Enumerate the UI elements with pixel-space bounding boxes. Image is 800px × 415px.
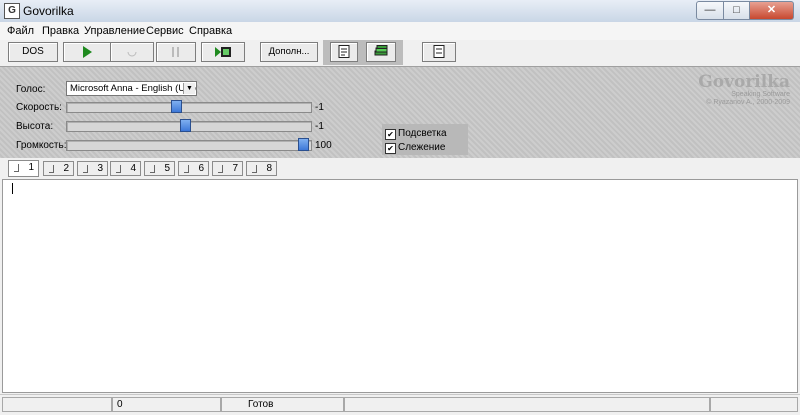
volume-label: Громкость: bbox=[16, 140, 67, 151]
tab-marker-icon bbox=[14, 164, 19, 172]
window-title: Govorilka bbox=[23, 4, 74, 18]
volume-slider[interactable] bbox=[66, 138, 312, 151]
minimize-button[interactable]: — bbox=[696, 1, 724, 20]
tab-7[interactable]: 7 bbox=[212, 161, 243, 176]
speed-slider-thumb[interactable] bbox=[171, 100, 182, 113]
status-bar: 0 Готов bbox=[0, 394, 800, 415]
document-button[interactable] bbox=[330, 42, 358, 62]
close-button[interactable]: ✕ bbox=[750, 1, 794, 20]
tab-marker-icon bbox=[184, 165, 189, 173]
volume-slider-thumb[interactable] bbox=[298, 138, 309, 151]
notes-button[interactable] bbox=[422, 42, 456, 62]
pitch-slider[interactable] bbox=[66, 119, 312, 132]
document-tabs: 1 2 3 4 5 6 7 8 bbox=[0, 158, 800, 179]
menu-service[interactable]: Сервис bbox=[146, 25, 184, 37]
tab-3[interactable]: 3 bbox=[77, 161, 108, 176]
voice-label: Голос: bbox=[16, 84, 46, 95]
status-cell-wide bbox=[344, 397, 710, 412]
tab-2[interactable]: 2 bbox=[43, 161, 74, 176]
tab-8[interactable]: 8 bbox=[246, 161, 277, 176]
speed-value: -1 bbox=[315, 102, 324, 113]
stop-button[interactable] bbox=[156, 42, 196, 62]
pause-toggle-button[interactable] bbox=[110, 42, 154, 62]
status-cell-empty bbox=[2, 397, 112, 412]
record-button[interactable] bbox=[201, 42, 245, 62]
tab-marker-icon bbox=[218, 165, 223, 173]
status-state: Готов bbox=[248, 399, 274, 410]
brand-copyright: © Ryazanov A., 2000-2009 bbox=[706, 99, 790, 106]
menu-help[interactable]: Справка bbox=[189, 25, 232, 37]
speed-slider[interactable] bbox=[66, 100, 312, 113]
volume-value: 100 bbox=[315, 140, 332, 151]
more-button[interactable]: Дополн... bbox=[260, 42, 318, 62]
tab-marker-icon bbox=[150, 165, 155, 173]
pitch-value: -1 bbox=[315, 121, 324, 132]
pitch-label: Высота: bbox=[16, 121, 54, 132]
menu-file[interactable]: Файл bbox=[7, 25, 34, 37]
play-button[interactable] bbox=[63, 42, 111, 62]
tab-marker-icon bbox=[116, 165, 121, 173]
tab-6[interactable]: 6 bbox=[178, 161, 209, 176]
tab-marker-icon bbox=[83, 165, 88, 173]
tab-marker-icon bbox=[252, 165, 257, 173]
circle-icon bbox=[127, 51, 137, 57]
tab-5[interactable]: 5 bbox=[144, 161, 175, 176]
options-group: ✔ Подсветка ✔ Слежение bbox=[382, 124, 468, 155]
highlight-label: Подсветка bbox=[398, 128, 447, 139]
tab-marker-icon bbox=[49, 165, 54, 173]
chevron-down-icon[interactable]: ▼ bbox=[183, 83, 195, 94]
tab-4[interactable]: 4 bbox=[110, 161, 141, 176]
voice-value: Microsoft Anna - English (United States) bbox=[70, 83, 196, 94]
film-record-icon bbox=[215, 47, 231, 57]
menu-control[interactable]: Управление bbox=[84, 25, 145, 37]
text-editor[interactable] bbox=[2, 179, 798, 393]
status-cell-end bbox=[710, 397, 798, 412]
app-icon: G bbox=[4, 3, 20, 19]
tracking-checkbox[interactable]: ✔ bbox=[385, 143, 396, 154]
document-icon bbox=[338, 45, 350, 58]
voice-select[interactable]: Microsoft Anna - English (United States)… bbox=[66, 81, 197, 96]
books-icon bbox=[374, 45, 388, 56]
tab-1[interactable]: 1 bbox=[8, 160, 39, 177]
menu-bar: Файл Правка Управление Сервис Справка bbox=[0, 22, 800, 40]
notes-icon bbox=[433, 45, 445, 58]
play-icon bbox=[83, 46, 92, 58]
pitch-slider-thumb[interactable] bbox=[180, 119, 191, 132]
text-caret bbox=[12, 183, 13, 194]
toolbar: DOS Дополн... bbox=[0, 40, 800, 66]
dos-button[interactable]: DOS bbox=[8, 42, 58, 62]
books-button[interactable] bbox=[366, 42, 396, 62]
title-bar[interactable]: G Govorilka — □ ✕ bbox=[0, 0, 800, 23]
pause-icon bbox=[172, 47, 179, 57]
maximize-button[interactable]: □ bbox=[724, 1, 750, 20]
menu-edit[interactable]: Правка bbox=[42, 25, 79, 37]
speed-label: Скорость: bbox=[16, 102, 62, 113]
control-panel: Голос: Microsoft Anna - English (United … bbox=[0, 66, 800, 159]
status-position: 0 bbox=[112, 397, 221, 412]
brand-logo: Govorilka bbox=[698, 72, 790, 92]
brand-subtitle: Speaking Software bbox=[731, 91, 790, 98]
tracking-label: Слежение bbox=[398, 142, 446, 153]
highlight-checkbox[interactable]: ✔ bbox=[385, 129, 396, 140]
